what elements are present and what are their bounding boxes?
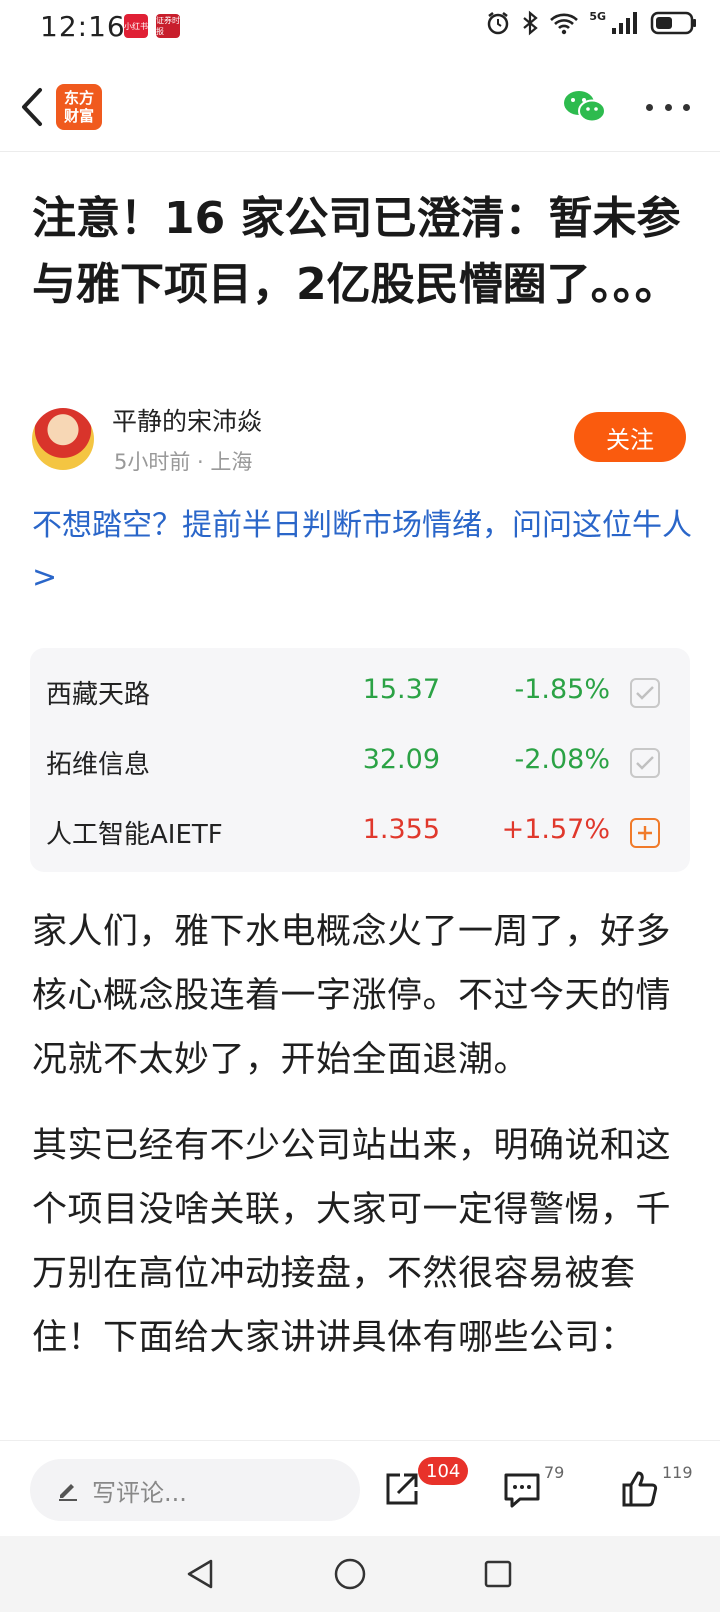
status-bar: 12:16 小红书 证券时报 5G bbox=[0, 0, 720, 54]
article-paragraph: 其实已经有不少公司站出来，明确说和这个项目没啥关联，大家可一定得警惕，千万别在高… bbox=[32, 1126, 672, 1358]
stock-price: 32.09 bbox=[362, 744, 440, 775]
status-time: 12:16 bbox=[40, 10, 126, 43]
stock-price: 15.37 bbox=[362, 674, 440, 705]
system-back-button[interactable] bbox=[180, 1554, 220, 1594]
logo-line-1: 东方 bbox=[63, 89, 94, 107]
comment-icon bbox=[504, 1473, 540, 1508]
square-recents-icon bbox=[484, 1560, 512, 1588]
author-name[interactable]: 平静的宋沛焱 bbox=[112, 402, 262, 438]
network-label: 5G bbox=[589, 9, 606, 23]
author-row: 平静的宋沛焱 5小时前 · 上海 关注 bbox=[32, 402, 692, 482]
eastmoney-logo[interactable]: 东方 财富 bbox=[56, 84, 102, 130]
comment-placeholder: 写评论... bbox=[92, 1478, 187, 1507]
signal-icon bbox=[612, 12, 637, 34]
post-meta: 5小时前 · 上海 bbox=[114, 450, 253, 474]
more-options-button[interactable] bbox=[646, 94, 690, 120]
promo-link[interactable]: 不想踏空？提前半日判断市场情绪，问问这位牛人> bbox=[32, 500, 692, 604]
system-home-button[interactable] bbox=[330, 1554, 370, 1594]
system-navigation-bar bbox=[0, 1536, 720, 1612]
stock-name: 西藏天路 bbox=[46, 680, 151, 710]
follow-button[interactable]: 关注 bbox=[574, 412, 686, 462]
top-nav-bar: 东方 财富 bbox=[0, 62, 720, 152]
stock-row[interactable]: 西藏天路 15.37 -1.85% bbox=[30, 656, 690, 726]
alarm-icon bbox=[488, 12, 509, 35]
wifi-icon bbox=[550, 13, 579, 35]
plus-icon bbox=[638, 826, 652, 840]
author-avatar[interactable] bbox=[32, 408, 94, 470]
status-icons: 5G bbox=[485, 10, 698, 36]
securities-times-app-badge: 证券时报 bbox=[156, 14, 180, 38]
back-button[interactable] bbox=[14, 84, 50, 130]
check-icon bbox=[636, 686, 654, 700]
battery-icon bbox=[650, 11, 696, 35]
stock-change: +1.57% bbox=[501, 814, 610, 845]
added-to-watchlist-button[interactable] bbox=[630, 678, 660, 708]
triangle-back-icon bbox=[187, 1559, 213, 1589]
circle-home-icon bbox=[334, 1558, 366, 1590]
logo-line-2: 财富 bbox=[63, 107, 94, 125]
system-recents-button[interactable] bbox=[478, 1554, 518, 1594]
comment-input[interactable]: 写评论... bbox=[30, 1459, 360, 1521]
share-icon bbox=[386, 1473, 418, 1505]
thumbs-up-icon bbox=[622, 1471, 658, 1507]
bottom-action-bar: 写评论... 104 79 119 bbox=[0, 1440, 720, 1536]
more-icon bbox=[646, 103, 653, 111]
xiaohongshu-app-badge: 小红书 bbox=[124, 14, 148, 38]
article-title: 注意！16 家公司已澄清：暂未参与雅下项目，2亿股民懵圈了。。。 bbox=[32, 193, 681, 310]
pencil-icon bbox=[59, 1484, 77, 1501]
stock-change: -2.08% bbox=[514, 744, 610, 775]
bluetooth-icon bbox=[523, 10, 539, 36]
wechat-share-button[interactable] bbox=[562, 88, 608, 126]
like-count: 119 bbox=[662, 1463, 693, 1482]
stock-change: -1.85% bbox=[514, 674, 610, 705]
share-button[interactable] bbox=[382, 1469, 422, 1509]
comment-count: 79 bbox=[544, 1463, 565, 1482]
article-body: 家人们，雅下水电概念火了一周了，好多核心概念股连着一字涨停。不过今天的情况就不太… bbox=[32, 900, 690, 1430]
related-stocks-card: 西藏天路 15.37 -1.85% 拓维信息 32.09 -2.08% 人工智能… bbox=[30, 648, 690, 872]
stock-row[interactable]: 人工智能AIETF 1.355 +1.57% bbox=[30, 796, 690, 866]
back-icon bbox=[22, 88, 42, 126]
add-to-watchlist-button[interactable] bbox=[630, 818, 660, 848]
added-to-watchlist-button[interactable] bbox=[630, 748, 660, 778]
check-icon bbox=[636, 756, 654, 770]
stock-name: 人工智能AIETF bbox=[46, 820, 223, 850]
wechat-icon bbox=[564, 91, 606, 123]
stock-row[interactable]: 拓维信息 32.09 -2.08% bbox=[30, 726, 690, 796]
stock-price: 1.355 bbox=[362, 814, 440, 845]
share-count-badge: 104 bbox=[418, 1457, 469, 1485]
article-paragraph: 家人们，雅下水电概念火了一周了，好多核心概念股连着一字涨停。不过今天的情况就不太… bbox=[32, 912, 672, 1080]
stock-name: 拓维信息 bbox=[46, 750, 151, 780]
like-button[interactable] bbox=[620, 1469, 660, 1509]
comments-button[interactable] bbox=[502, 1471, 542, 1509]
